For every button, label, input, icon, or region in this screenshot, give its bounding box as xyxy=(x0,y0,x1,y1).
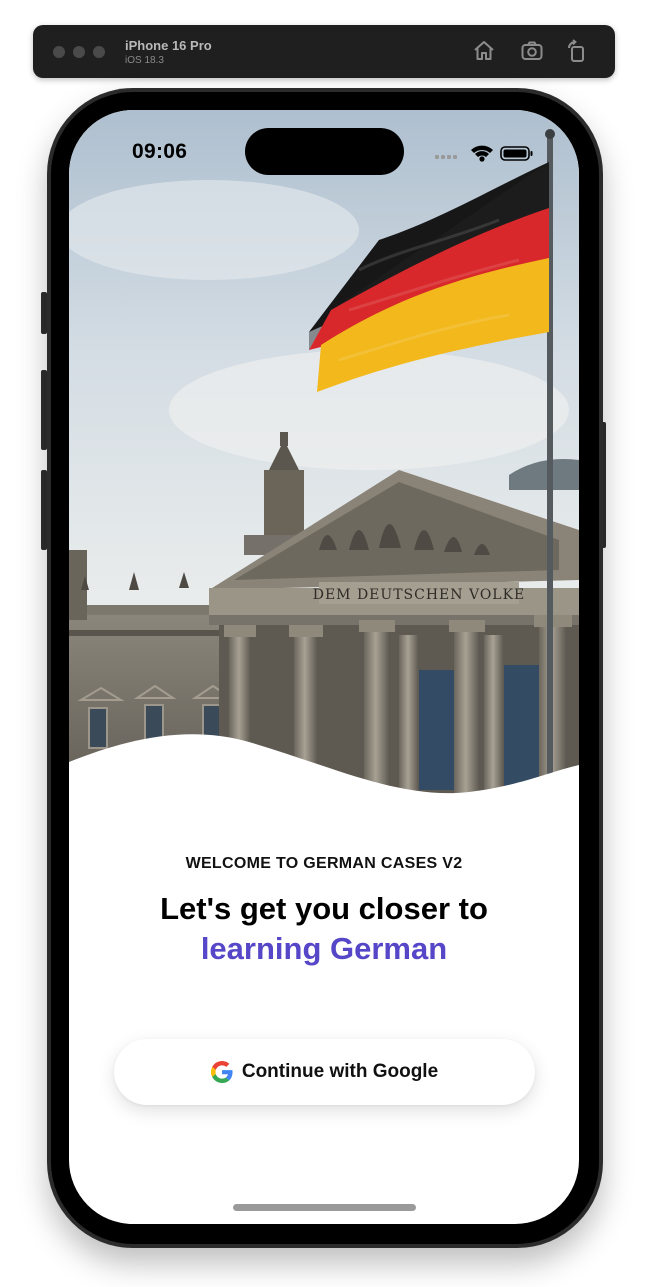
screenshot-icon[interactable] xyxy=(520,39,544,63)
headline: Let's get you closer to xyxy=(160,891,488,926)
inscription-text: DEM DEUTSCHEN VOLKE xyxy=(313,587,526,603)
wifi-icon xyxy=(471,145,493,162)
google-button-label: Continue with Google xyxy=(241,1061,439,1082)
dynamic-island xyxy=(245,128,404,175)
battery-icon xyxy=(500,146,533,161)
status-icons xyxy=(435,145,533,162)
continue-with-google-button[interactable]: Continue with Google xyxy=(114,1039,535,1105)
app-screen: DEM DEUTSCHEN VOLKE 09:06 WELCOME TO GER… xyxy=(69,110,579,1224)
window-close-button[interactable] xyxy=(53,46,65,58)
welcome-eyebrow: WELCOME TO GERMAN CASES V2 xyxy=(185,855,463,872)
cellular-icon xyxy=(435,155,457,159)
device-name: iPhone 16 Pro xyxy=(125,38,212,53)
window-zoom-button[interactable] xyxy=(93,46,105,58)
hero-image: DEM DEUTSCHEN VOLKE xyxy=(69,110,579,810)
window-minimize-button[interactable] xyxy=(73,46,85,58)
google-logo-icon xyxy=(210,1061,233,1083)
rotate-icon[interactable] xyxy=(565,39,589,63)
status-time: 09:06 xyxy=(132,140,188,163)
home-icon[interactable] xyxy=(472,39,496,63)
headline-accent: learning German xyxy=(200,931,448,966)
os-version: iOS 18.3 xyxy=(125,55,164,66)
simulator-toolbar: iPhone 16 Pro iOS 18.3 xyxy=(33,25,615,78)
home-indicator[interactable] xyxy=(233,1204,416,1211)
